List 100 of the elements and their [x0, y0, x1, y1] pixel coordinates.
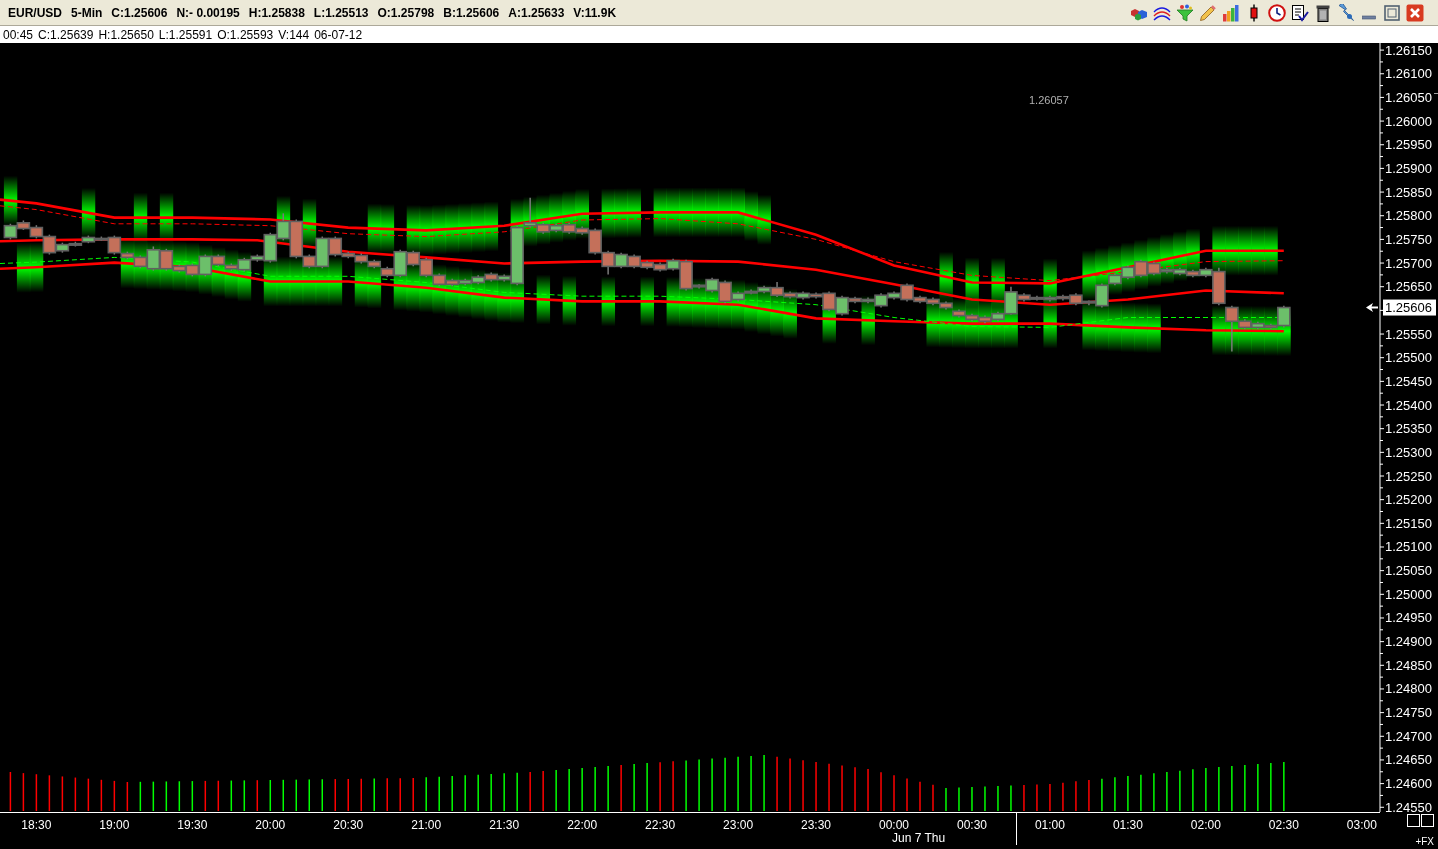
band-glow — [367, 203, 395, 254]
time-axis-label: 20:30 — [333, 818, 364, 832]
corner-label: +FX — [1415, 836, 1434, 847]
pushpin-icon[interactable] — [1337, 3, 1355, 22]
price-axis-label: 1.25250 — [1385, 468, 1432, 484]
band-glow — [601, 187, 641, 239]
pencil-icon[interactable] — [1199, 3, 1217, 22]
candle — [653, 261, 667, 273]
price-axis-label: 1.25000 — [1385, 586, 1432, 602]
price-axis-label: 1.26000 — [1385, 113, 1432, 129]
candle — [1134, 259, 1148, 278]
quote-value: A:1.25633 — [508, 5, 565, 20]
quote-value: L:1.25513 — [313, 5, 369, 20]
candle — [367, 259, 382, 269]
date-label: Jun 7 Thu — [892, 831, 946, 845]
band-glow — [536, 274, 551, 325]
price-axis-label: 1.25800 — [1385, 208, 1432, 224]
candle — [1043, 294, 1057, 303]
quote-value: N:- 0.00195 — [176, 5, 240, 20]
symbol-label: EUR/USD — [8, 5, 62, 20]
price-axis-label: 1.24650 — [1385, 752, 1432, 768]
maximize-icon[interactable] — [1383, 3, 1401, 22]
quote-value: O:1.25798 — [377, 5, 435, 20]
candle — [939, 300, 953, 311]
time-axis-label: 19:30 — [177, 818, 208, 832]
candle — [458, 277, 472, 287]
time-axis-label: 22:30 — [645, 818, 676, 832]
candle — [952, 308, 966, 319]
trash-icon[interactable] — [1314, 3, 1332, 22]
time-axis-label: 00:00 — [879, 818, 910, 832]
time-axis-label: 19:00 — [99, 818, 130, 832]
price-axis-label: 1.25450 — [1385, 373, 1432, 389]
time-axis-label: 21:00 — [411, 818, 442, 832]
price-axis-label: 1.24600 — [1385, 776, 1432, 792]
candle — [926, 296, 940, 306]
squares-icon[interactable] — [1407, 814, 1434, 827]
quote-value: V:11.9K — [573, 5, 617, 20]
price-axis-label: 1.25650 — [1385, 279, 1432, 295]
band-glow — [562, 275, 577, 326]
clock-icon[interactable] — [1268, 3, 1286, 22]
price-axis-label: 1.25350 — [1385, 421, 1432, 437]
price-axis-label: 1.25900 — [1385, 160, 1432, 176]
price-axis-label: 1.25200 — [1385, 492, 1432, 508]
band-glow — [16, 242, 44, 293]
candle — [484, 271, 498, 283]
candle — [419, 257, 434, 278]
band-glow — [3, 175, 18, 226]
price-axis-label: 1.25050 — [1385, 563, 1432, 579]
candle — [978, 314, 992, 324]
price-axis-label: 1.24700 — [1385, 728, 1432, 744]
candle — [1173, 267, 1187, 277]
interval-label: 5-Min — [71, 5, 103, 20]
checklist-icon[interactable] — [1291, 3, 1309, 22]
price-axis-label: 1.25550 — [1385, 326, 1432, 342]
price-axis-label: 1.25500 — [1385, 350, 1432, 366]
funnel-icon[interactable] — [1176, 3, 1194, 22]
band-glow — [81, 187, 96, 238]
time-axis-label: 22:00 — [567, 818, 598, 832]
time-axis-label: 18:30 — [21, 818, 52, 832]
price-axis-label: 1.24550 — [1385, 799, 1432, 815]
band-glow — [640, 276, 654, 327]
close-icon[interactable] — [1406, 3, 1424, 22]
time-axis-label: 21:30 — [489, 818, 520, 832]
candle — [562, 222, 576, 235]
price-marker-line — [1433, 93, 1438, 94]
readout-value: O:1.25593 — [217, 27, 274, 42]
candle — [1121, 264, 1135, 280]
time-axis-label: 23:30 — [801, 818, 832, 832]
price-axis-label: 1.24800 — [1385, 681, 1432, 697]
time-axis-label: 01:30 — [1112, 818, 1143, 832]
readout-value: C:1.25639 — [38, 27, 94, 42]
price-axis-label: 1.25850 — [1385, 184, 1432, 200]
price-axis-label: 1.25150 — [1385, 515, 1432, 531]
time-axis-label: 02:30 — [1268, 818, 1299, 832]
candle — [81, 234, 96, 244]
readout-time: 00:45 — [3, 27, 34, 42]
candle — [965, 312, 979, 322]
candle — [796, 290, 810, 301]
band-glow — [1212, 225, 1278, 276]
price-axis-label: 1.25700 — [1385, 255, 1432, 271]
readout-value: V:144 — [278, 27, 310, 42]
time-axis-label: 02:00 — [1190, 818, 1221, 832]
bar-chart-icon[interactable] — [1222, 3, 1240, 22]
candle — [276, 212, 291, 242]
price-axis-label: 1.24750 — [1385, 705, 1432, 721]
readout-value: H:1.25650 — [98, 27, 154, 42]
time-axis-label: 01:00 — [1034, 818, 1065, 832]
price-annotation: 1.26057 — [1029, 94, 1069, 106]
price-axis-label: 1.24850 — [1385, 657, 1432, 673]
quote-value: C:1.25606 — [111, 5, 168, 20]
price-axis-label: 1.25400 — [1385, 397, 1432, 413]
last-price-label: 1.25606 — [1385, 300, 1432, 316]
price-axis-label: 1.25100 — [1385, 539, 1432, 555]
time-axis-label: 23:00 — [723, 818, 754, 832]
time-axis-label: 20:00 — [255, 818, 286, 832]
price-axis-label: 1.25300 — [1385, 444, 1432, 460]
price-axis-label: 1.26150 — [1385, 43, 1432, 58]
price-axis-label: 1.26100 — [1385, 66, 1432, 82]
price-axis-label: 1.25750 — [1385, 231, 1432, 247]
time-axis-label: 00:30 — [956, 818, 987, 832]
